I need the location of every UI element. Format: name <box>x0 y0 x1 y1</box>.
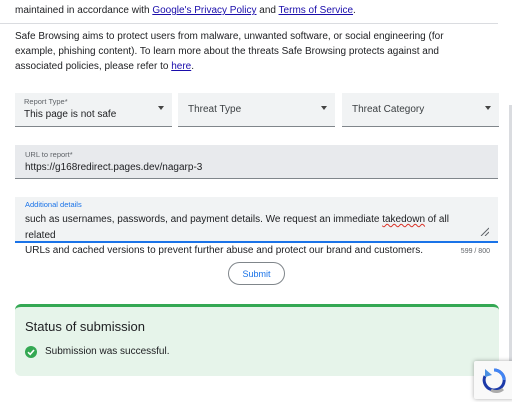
period: . <box>191 61 194 72</box>
caret-down-icon <box>158 106 164 110</box>
report-type-value: This page is not safe <box>24 109 117 120</box>
url-field-value: https://g168redirect.pages.dev/nagarp-3 <box>25 162 203 173</box>
divider <box>0 23 498 24</box>
additional-details-label: Additional details <box>25 200 82 209</box>
and-text: and <box>256 5 279 16</box>
status-panel: Status of submission Submission was succ… <box>15 304 499 376</box>
privacy-line-text: maintained in accordance with <box>15 5 153 16</box>
submit-button[interactable]: Submit <box>228 262 285 285</box>
details-line1-start: such as usernames, passwords, and paymen… <box>25 214 383 225</box>
additional-details-text: such as usernames, passwords, and paymen… <box>25 212 480 259</box>
threat-category-placeholder: Threat Category <box>352 104 425 115</box>
here-link[interactable]: here <box>171 61 191 72</box>
caret-down-icon <box>321 106 327 110</box>
status-title: Status of submission <box>25 319 145 334</box>
resize-handle-icon[interactable] <box>479 226 489 236</box>
misspelled-word: takedown <box>382 214 426 225</box>
character-counter: 599 / 800 <box>460 248 490 255</box>
caret-down-icon <box>485 106 491 110</box>
additional-details-textarea[interactable]: Additional details such as usernames, pa… <box>15 197 498 256</box>
privacy-policy-link[interactable]: Google's Privacy Policy <box>152 5 256 16</box>
check-circle-icon <box>25 346 37 358</box>
url-field[interactable]: URL to report* https://g168redirect.page… <box>15 145 498 179</box>
terms-link[interactable]: Terms of Service <box>279 5 353 16</box>
url-field-label: URL to report* <box>25 150 73 159</box>
details-line2: URLs and cached versions to prevent furt… <box>25 245 424 256</box>
threat-category-select[interactable]: Threat Category <box>342 93 499 127</box>
threat-type-select[interactable]: Threat Type <box>178 93 335 127</box>
privacy-line: maintained in accordance with Google's P… <box>15 5 356 16</box>
period: . <box>353 5 356 16</box>
status-message: Submission was successful. <box>45 346 170 357</box>
recaptcha-icon <box>482 368 506 394</box>
recaptcha-badge[interactable] <box>474 361 512 399</box>
report-type-select[interactable]: Report Type* This page is not safe <box>15 93 172 127</box>
safe-browsing-description: Safe Browsing aims to protect users from… <box>15 29 485 74</box>
report-type-label: Report Type* <box>24 97 68 106</box>
threat-type-placeholder: Threat Type <box>188 104 242 115</box>
description-text: Safe Browsing aims to protect users from… <box>15 31 444 72</box>
